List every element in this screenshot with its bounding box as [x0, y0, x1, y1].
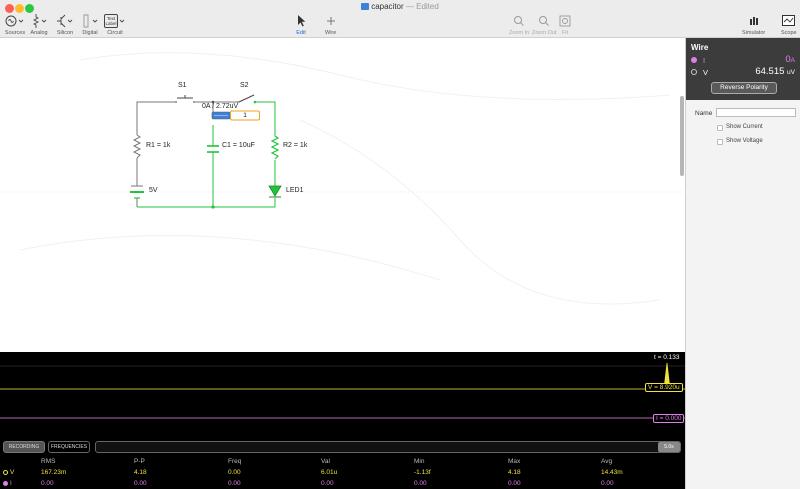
- current-row[interactable]: I 0A: [691, 54, 797, 66]
- stats-cell: 14.43m: [601, 469, 623, 476]
- probe-index: 1: [243, 112, 247, 119]
- battery-label: 5V: [149, 187, 158, 194]
- s1-label: S1: [178, 82, 187, 89]
- show-voltage-checkbox[interactable]: Show Voltage: [717, 138, 797, 147]
- stats-cell: 0.00: [134, 480, 147, 487]
- name-input[interactable]: [716, 108, 796, 117]
- stats-header-val: Val: [321, 458, 330, 465]
- led1[interactable]: [268, 185, 282, 198]
- switch-s2[interactable]: [237, 94, 255, 103]
- current-radio[interactable]: [691, 57, 697, 63]
- stats-cell: 4.18: [134, 469, 147, 476]
- stats-row-label: I: [10, 480, 12, 487]
- scope-current-readout: I = 0.000: [653, 414, 685, 423]
- pointer-icon: [296, 12, 306, 29]
- resistor-r1[interactable]: [132, 134, 142, 159]
- stats-header-pp: P-P: [134, 458, 145, 465]
- window-title: capacitor — Edited: [0, 2, 800, 11]
- stats-cell: 0.00: [321, 480, 334, 487]
- document-icon: [361, 3, 370, 10]
- edit-tool-button[interactable]: Edit: [296, 12, 306, 36]
- inspector-title: Wire: [691, 43, 709, 52]
- toolbar: capacitor — Edited Sources Analog Silico…: [0, 0, 800, 38]
- stats-header-freq: Freq: [228, 458, 242, 465]
- name-label: Name: [695, 110, 713, 117]
- inspector-header: Wire I 0A V 64.515 uV Reverse Polarity: [686, 38, 800, 100]
- fit-icon: [559, 12, 571, 29]
- stats-cell: 0.00: [601, 480, 614, 487]
- show-current-checkbox[interactable]: Show Current: [717, 124, 797, 133]
- silicon-button[interactable]: Silicon: [55, 12, 75, 36]
- stats-cell: -1.13f: [414, 469, 431, 476]
- stats-header-rms: RMS: [41, 458, 56, 465]
- stats-header-avg: Avg: [601, 458, 613, 465]
- analog-button[interactable]: Analog: [29, 12, 49, 36]
- digital-button[interactable]: Digital: [80, 12, 100, 36]
- scope-button[interactable]: Scope: [781, 12, 797, 36]
- plus-icon: [326, 12, 336, 29]
- zoom-out-button[interactable]: Zoom Out: [532, 12, 556, 36]
- stats-header-min: Min: [414, 458, 425, 465]
- inspector-panel: Wire I 0A V 64.515 uV Reverse Polarity N…: [685, 38, 800, 489]
- scope-icon: [782, 12, 796, 29]
- current-trace-toggle[interactable]: [3, 481, 8, 486]
- scope-stats-table: RMS P-P Freq Val Min Max Avg V 167.23m 4…: [0, 456, 685, 489]
- logic-gate-icon: [80, 12, 100, 29]
- scope-plot[interactable]: t = 0.133 V = 8.920u I = 0.000: [0, 352, 685, 438]
- stats-cell: 0.00: [508, 480, 521, 487]
- stats-cell: 4.18: [508, 469, 521, 476]
- stats-cell: 0.00: [41, 480, 54, 487]
- led-label: LED1: [286, 187, 304, 194]
- stats-row-label: V: [10, 469, 15, 476]
- scope-voltage-readout: V = 8.920u: [645, 383, 683, 392]
- stats-cell: 0.00: [228, 480, 241, 487]
- voltage-row[interactable]: V 64.515 uV: [691, 66, 797, 78]
- recording-tab[interactable]: RECORDING: [3, 441, 45, 453]
- circuit-diagram: [0, 52, 684, 305]
- zoom-out-icon: [538, 12, 550, 29]
- app-window: capacitor — Edited Sources Analog Silico…: [0, 0, 800, 489]
- voltage-unit: uV: [787, 69, 795, 76]
- stats-cell: 167.23m: [41, 469, 67, 476]
- stats-cell: 0.00: [228, 469, 241, 476]
- capacitor-c1[interactable]: [207, 145, 219, 153]
- simulator-icon: [748, 12, 760, 29]
- switch-s1[interactable]: [175, 95, 195, 103]
- wire-tool-button[interactable]: Wire: [325, 12, 336, 36]
- scope-panel: t = 0.133 V = 8.920u I = 0.000 RECORDING…: [0, 352, 685, 489]
- fit-button[interactable]: Fit: [559, 12, 571, 36]
- circuit-canvas[interactable]: S1 S2 0A / 2.72uV 1 R1 = 1k C1 = 10uF R2…: [0, 38, 684, 352]
- voltage-value: 64.515: [755, 66, 785, 77]
- zoom-in-button[interactable]: Zoom In: [509, 12, 529, 36]
- scope-timescale[interactable]: 5.0s: [658, 442, 680, 452]
- frequencies-tab[interactable]: FREQUENCIES: [48, 441, 90, 453]
- stats-cell: 6.01u: [321, 469, 338, 476]
- r1-label: R1 = 1k: [146, 142, 171, 149]
- simulator-button[interactable]: Simulator: [742, 12, 765, 36]
- zoom-in-icon: [513, 12, 525, 29]
- canvas-vertical-scrollbar[interactable]: [680, 96, 684, 176]
- s2-label: S2: [240, 82, 249, 89]
- scope-time-readout: t = 0.133: [654, 354, 680, 361]
- c1-label: C1 = 10uF: [222, 142, 255, 149]
- stats-cell: 0.00: [414, 480, 427, 487]
- sources-icon: [4, 12, 26, 29]
- current-unit: A: [790, 57, 795, 64]
- circuit-button[interactable]: Text Label Circuit: [104, 12, 126, 36]
- reverse-polarity-button[interactable]: Reverse Polarity: [711, 82, 777, 94]
- voltage-trace-toggle[interactable]: [3, 470, 8, 475]
- transistor-icon: [55, 12, 75, 29]
- stats-header-max: Max: [508, 458, 521, 465]
- battery-5v[interactable]: [130, 185, 144, 199]
- scope-timeline[interactable]: [95, 441, 681, 453]
- probe-readout: 0A / 2.72uV: [202, 103, 239, 110]
- scope-traces: [0, 362, 685, 419]
- resistor-r2[interactable]: [270, 135, 280, 160]
- text-label-icon: Text Label: [104, 12, 126, 29]
- sources-button[interactable]: Sources: [4, 12, 26, 36]
- scope-controls: RECORDING FREQUENCIES 5.0s: [0, 440, 685, 456]
- r2-label: R2 = 1k: [283, 142, 308, 149]
- voltage-radio[interactable]: [691, 69, 697, 75]
- resistor-icon: [29, 12, 49, 29]
